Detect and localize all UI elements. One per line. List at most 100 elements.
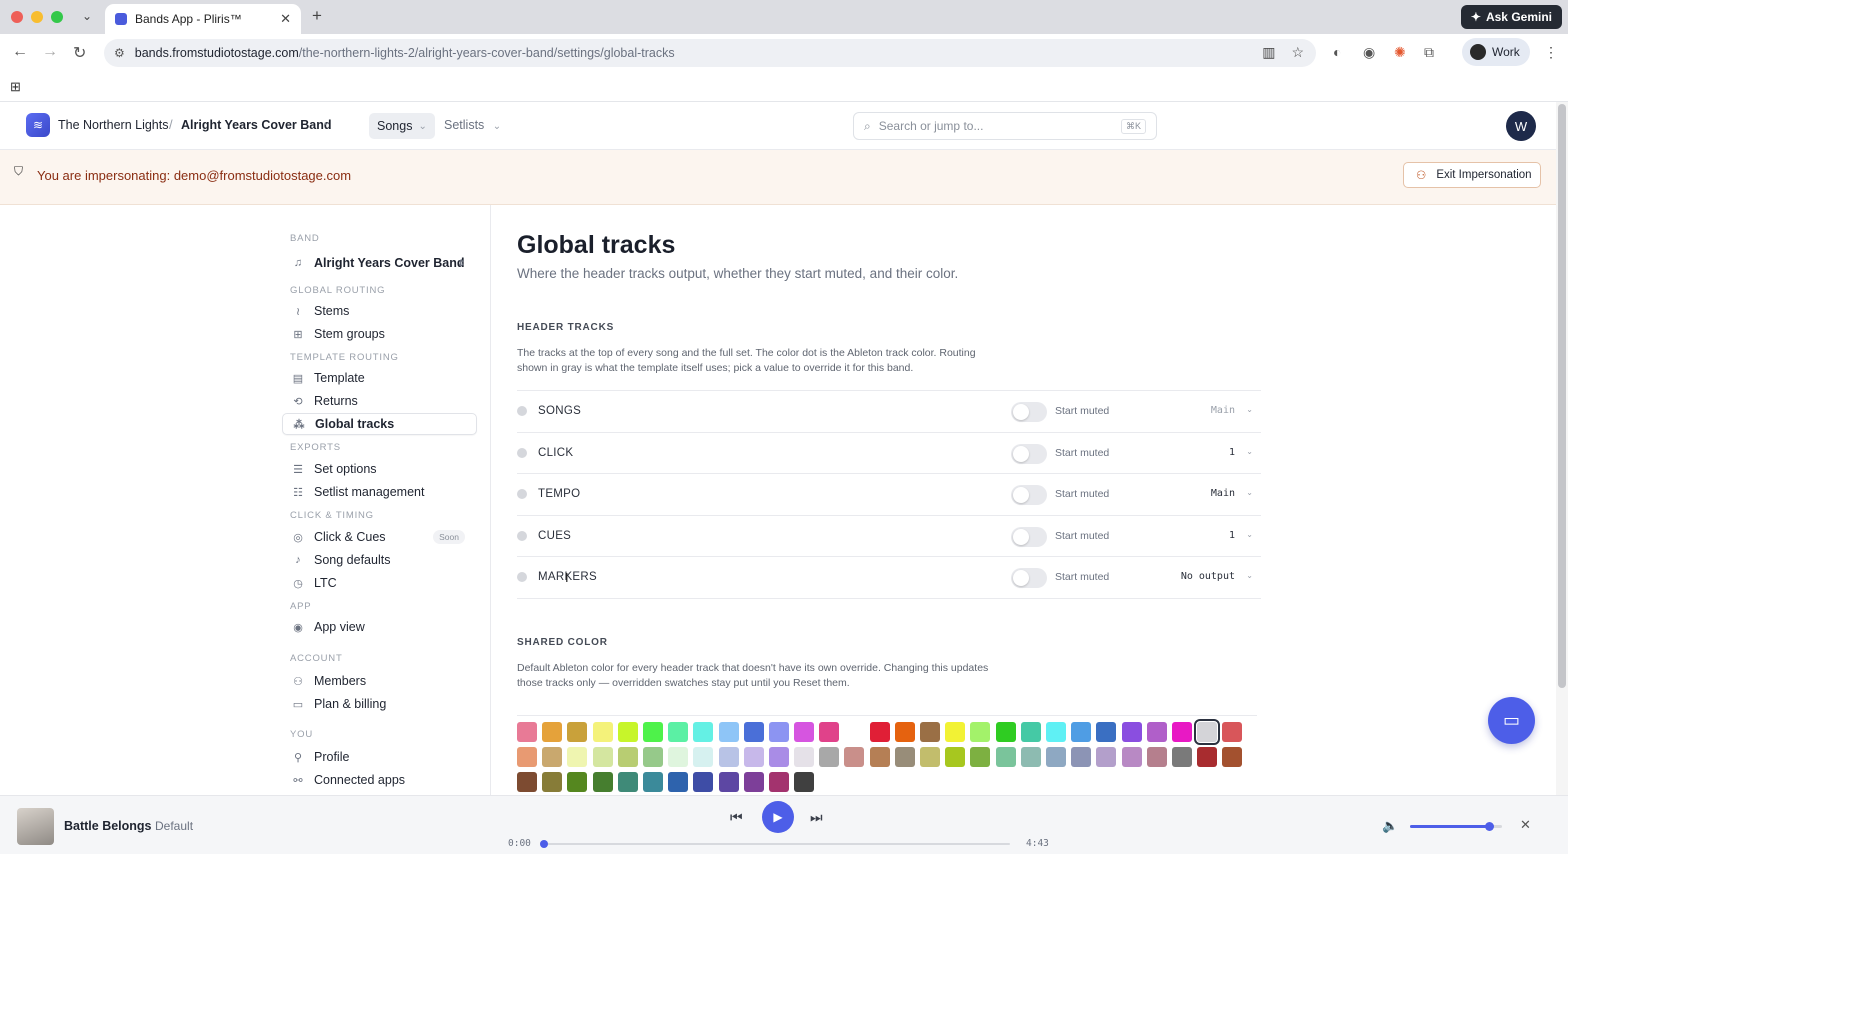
progress-knob[interactable] (540, 840, 548, 848)
color-swatch[interactable] (743, 772, 764, 792)
sidebar-item-stem-groups[interactable]: ⊞ Stem groups (282, 323, 477, 345)
minimize-window-button[interactable] (31, 11, 43, 23)
exit-impersonation-button[interactable]: ⚇ Exit Impersonation (1403, 162, 1541, 188)
color-swatch[interactable] (1020, 747, 1041, 767)
sidebar-item-ltc[interactable]: ◷ LTC (282, 572, 477, 594)
color-swatch[interactable] (693, 722, 714, 742)
color-swatch[interactable] (592, 772, 613, 792)
color-swatch[interactable] (819, 722, 840, 742)
color-swatch[interactable] (617, 772, 638, 792)
color-swatch[interactable] (743, 722, 764, 742)
color-swatch[interactable] (718, 722, 739, 742)
color-swatch[interactable] (617, 722, 638, 742)
close-player-icon[interactable]: ✕ (1520, 817, 1531, 833)
band-switcher-chevron-icon[interactable]: ⌄ (322, 117, 330, 128)
tab-list-chevron-icon[interactable]: ⌄ (82, 9, 92, 23)
color-swatch[interactable] (1222, 747, 1243, 767)
start-muted-toggle[interactable] (1011, 526, 1047, 547)
color-swatch[interactable] (894, 747, 915, 767)
sidebar-item-song-defaults[interactable]: ♪ Song defaults (282, 549, 477, 571)
reader-mode-icon[interactable]: ▥ (1262, 44, 1275, 61)
color-swatch[interactable] (1096, 747, 1117, 767)
color-swatch[interactable] (1171, 747, 1192, 767)
volume-icon[interactable]: 🔈 (1382, 818, 1398, 834)
start-muted-toggle[interactable] (1011, 568, 1047, 588)
output-select[interactable]: 1 (1229, 447, 1235, 458)
color-swatch[interactable] (970, 747, 991, 767)
color-swatch[interactable] (794, 747, 815, 767)
ask-gemini-button[interactable]: ✦ Ask Gemini (1460, 5, 1562, 29)
color-swatch[interactable] (542, 747, 563, 767)
color-swatch[interactable] (794, 772, 815, 792)
profile-button[interactable]: Work (1462, 38, 1530, 66)
maximize-window-button[interactable] (51, 11, 63, 23)
track-color-dot[interactable] (517, 406, 527, 416)
start-muted-toggle[interactable] (1011, 402, 1047, 422)
color-swatch[interactable] (894, 722, 915, 742)
sidebar-item-profile[interactable]: ⚲ Profile (282, 746, 477, 768)
color-swatch[interactable] (920, 722, 940, 742)
claude-extension-icon[interactable]: ✺ (1394, 44, 1406, 61)
breadcrumb-org[interactable]: The Northern Lights (58, 118, 168, 132)
camera-extension-icon[interactable]: ◉ (1363, 44, 1375, 61)
color-swatch[interactable] (668, 722, 689, 742)
color-swatch[interactable] (718, 772, 739, 792)
progress-bar[interactable] (540, 840, 1010, 848)
forward-arrow-icon[interactable]: → (42, 43, 58, 61)
color-swatch[interactable] (642, 772, 663, 792)
color-swatch[interactable] (517, 722, 537, 742)
chat-support-button[interactable]: ▭ (1488, 697, 1535, 744)
sidebar-item-global-tracks[interactable]: ⁂ Global tracks (282, 413, 477, 435)
sidebar-item-members[interactable]: ⚇ Members (282, 670, 477, 692)
extensions-puzzle-icon[interactable]: ⧉ (1424, 44, 1434, 61)
skip-next-icon[interactable]: ⏭ (810, 809, 823, 826)
color-swatch[interactable] (844, 747, 865, 767)
color-swatch[interactable] (1171, 722, 1192, 742)
tab-close-icon[interactable]: ✕ (280, 11, 291, 27)
color-swatch[interactable] (1197, 747, 1218, 767)
output-select[interactable]: No output (1181, 571, 1235, 582)
color-swatch[interactable] (1071, 722, 1092, 742)
track-color-dot[interactable] (517, 489, 527, 499)
nav-songs-menu[interactable]: Songs ⌄ (369, 113, 435, 139)
nav-setlists-menu[interactable]: Setlists ⌄ (444, 118, 501, 132)
play-button[interactable]: ▶ (762, 801, 794, 833)
color-swatch[interactable] (693, 747, 714, 767)
color-swatch[interactable] (844, 722, 865, 742)
sidebar-item-set-options[interactable]: ☰ Set options (282, 458, 477, 480)
color-swatch[interactable] (1045, 747, 1066, 767)
color-swatch[interactable] (945, 747, 966, 767)
track-color-dot[interactable] (517, 530, 527, 541)
color-swatch[interactable] (1121, 747, 1142, 767)
start-muted-toggle[interactable] (1011, 485, 1047, 505)
start-muted-toggle[interactable] (1011, 443, 1047, 464)
color-swatch[interactable] (920, 747, 940, 767)
color-swatch[interactable] (869, 747, 890, 767)
track-color-dot[interactable] (517, 572, 527, 582)
color-swatch[interactable] (1071, 747, 1092, 767)
browser-menu-icon[interactable]: ⋮ (1544, 44, 1558, 61)
color-swatch[interactable] (743, 747, 764, 767)
address-bar[interactable]: ⚙ bands.fromstudiotostage.com/the-northe… (104, 39, 1316, 67)
color-swatch[interactable] (1222, 722, 1243, 742)
color-swatch[interactable] (642, 722, 663, 742)
color-swatch[interactable] (718, 747, 739, 767)
color-swatch[interactable] (567, 772, 588, 792)
color-swatch[interactable] (995, 722, 1016, 742)
track-color-dot[interactable] (517, 447, 527, 458)
color-swatch[interactable] (642, 747, 663, 767)
site-settings-icon[interactable]: ⚙ (114, 46, 125, 60)
sidebar-item-app-view[interactable]: ◉ App view (282, 616, 477, 638)
color-swatch[interactable] (768, 722, 789, 742)
volume-slider[interactable] (1410, 822, 1502, 831)
sidebar-item-returns[interactable]: ⟲ Returns (282, 390, 477, 412)
color-swatch[interactable] (592, 747, 613, 767)
color-swatch[interactable] (567, 747, 588, 767)
sidebar-item-connected-apps[interactable]: ⚯ Connected apps (282, 769, 477, 791)
color-swatch-selected[interactable] (1194, 719, 1221, 745)
new-tab-icon[interactable]: + (312, 6, 322, 26)
color-swatch[interactable] (768, 747, 789, 767)
sidebar-item-setlist-management[interactable]: ☷ Setlist management (282, 481, 477, 503)
back-arrow-icon[interactable]: ← (12, 43, 28, 61)
color-swatch[interactable] (668, 772, 689, 792)
